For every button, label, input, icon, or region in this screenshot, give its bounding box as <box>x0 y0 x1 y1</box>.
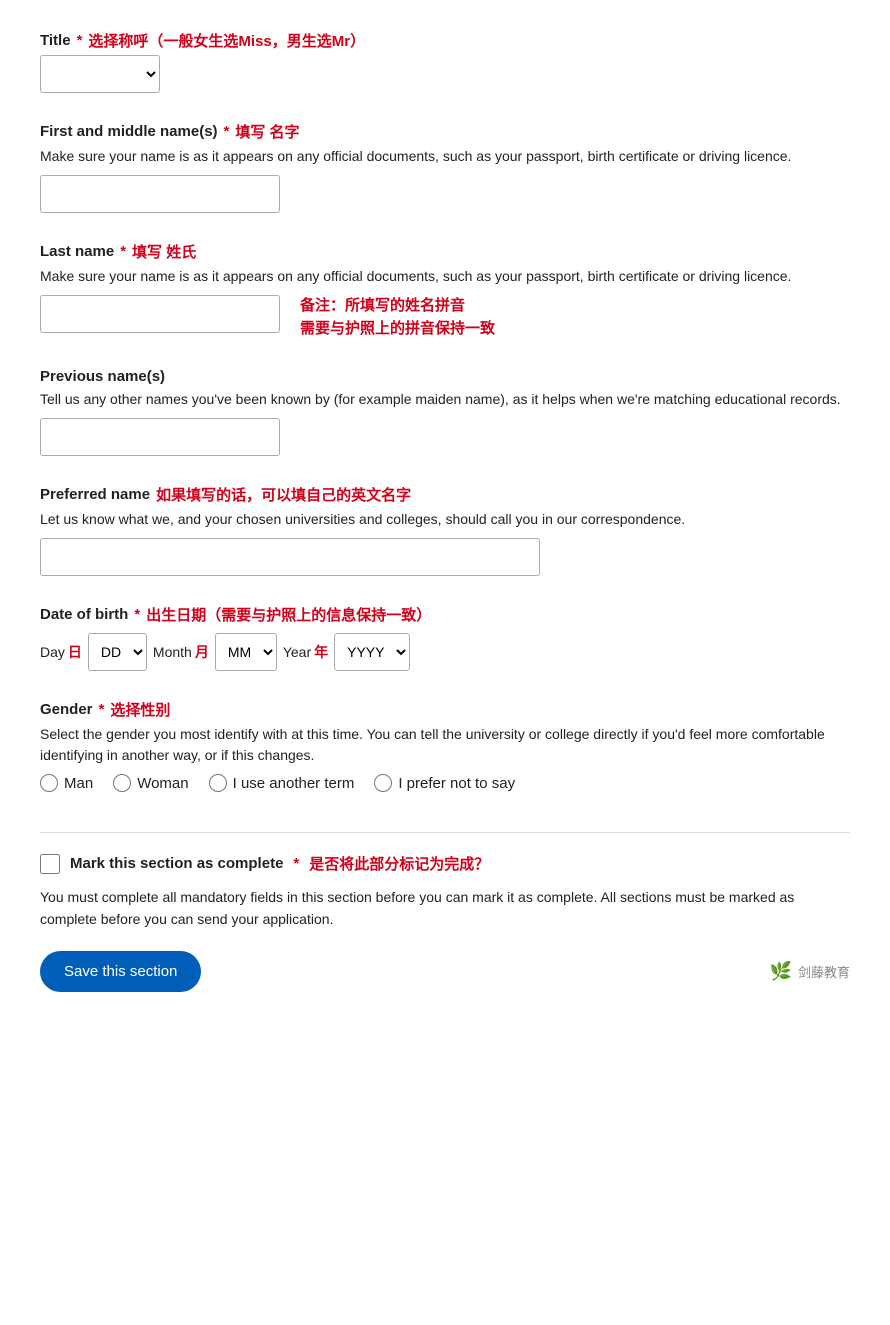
day-label: Day 日 <box>40 642 82 662</box>
complete-section: Mark this section as complete * 是否将此部分标记… <box>40 832 850 992</box>
preferred-name-hint: Let us know what we, and your chosen uni… <box>40 509 850 530</box>
title-label: Title * 选择称呼（一般女生选Miss，男生选Mr） <box>40 30 850 51</box>
last-name-row: 备注：所填写的姓名拼音 需要与护照上的拼音保持一致 <box>40 295 850 340</box>
dob-annotation: 出生日期（需要与护照上的信息保持一致） <box>146 604 431 625</box>
gender-another-option[interactable]: I use another term <box>209 774 355 792</box>
complete-row: Mark this section as complete * 是否将此部分标记… <box>40 853 850 874</box>
first-name-field: First and middle name(s) * 填写 名字 Make su… <box>40 121 850 213</box>
previous-name-label: Previous name(s) <box>40 368 850 385</box>
gender-woman-radio[interactable] <box>113 774 131 792</box>
last-name-required-star: * <box>120 243 126 260</box>
first-name-input[interactable] <box>40 175 280 213</box>
first-name-label: First and middle name(s) * 填写 名字 <box>40 121 850 142</box>
dob-field: Date of birth * 出生日期（需要与护照上的信息保持一致） Day … <box>40 604 850 671</box>
gender-annotation: 选择性别 <box>110 699 170 720</box>
month-select[interactable]: MM 01 02 03 04 05 06 07 08 09 10 11 12 <box>215 633 277 671</box>
preferred-name-label-text: Preferred name <box>40 486 150 503</box>
title-field: Title * 选择称呼（一般女生选Miss，男生选Mr） Mr Miss Mr… <box>40 30 850 93</box>
gender-woman-option[interactable]: Woman <box>113 774 188 792</box>
preferred-name-input[interactable] <box>40 538 540 576</box>
title-dropdown[interactable]: Mr Miss Mrs Ms Dr <box>40 55 160 93</box>
gender-another-radio[interactable] <box>209 774 227 792</box>
gender-label: Gender * 选择性别 <box>40 699 850 720</box>
complete-annotation: 是否将此部分标记为完成？ <box>309 853 489 874</box>
complete-checkbox[interactable] <box>40 854 60 874</box>
preferred-name-annotation: 如果填写的话，可以填自己的英文名字 <box>156 484 411 505</box>
last-name-hint: Make sure your name is as it appears on … <box>40 266 850 287</box>
previous-name-label-text: Previous name(s) <box>40 368 165 385</box>
watermark: 🌿 剑藤教育 <box>770 961 850 982</box>
dob-label-text: Date of birth <box>40 606 128 623</box>
year-select[interactable]: YYYY for(let y=2010;y>=1940;y--) documen… <box>334 633 410 671</box>
gender-prefer-not-label: I prefer not to say <box>398 775 515 792</box>
dob-row: Day 日 DD for(let i=1;i<=31;i++) document… <box>40 633 850 671</box>
gender-man-option[interactable]: Man <box>40 774 93 792</box>
preferred-name-field: Preferred name 如果填写的话，可以填自己的英文名字 Let us … <box>40 484 850 576</box>
gender-woman-label: Woman <box>137 775 188 792</box>
title-label-text: Title <box>40 32 71 49</box>
gender-prefer-not-option[interactable]: I prefer not to say <box>374 774 515 792</box>
last-name-field: Last name * 填写 姓氏 Make sure your name is… <box>40 241 850 340</box>
footer-row: Save this section 🌿 剑藤教育 <box>40 951 850 992</box>
first-name-annotation: 填写 名字 <box>235 121 299 142</box>
last-name-side-annotation: 备注：所填写的姓名拼音 需要与护照上的拼音保持一致 <box>300 295 495 340</box>
last-name-input[interactable] <box>40 295 280 333</box>
month-label: Month 月 <box>153 642 209 662</box>
previous-name-hint: Tell us any other names you've been know… <box>40 389 850 410</box>
gender-options: Man Woman I use another term I prefer no… <box>40 774 850 792</box>
last-name-annotation-line1: 备注：所填写的姓名拼音 <box>300 295 495 318</box>
gender-another-label: I use another term <box>233 775 355 792</box>
title-required-star: * <box>77 32 83 49</box>
gender-prefer-not-radio[interactable] <box>374 774 392 792</box>
previous-name-input[interactable] <box>40 418 280 456</box>
last-name-label: Last name * 填写 姓氏 <box>40 241 850 262</box>
watermark-icon: 🌿 <box>770 961 792 982</box>
gender-required-star: * <box>99 701 105 718</box>
complete-label-text: Mark this section as complete <box>70 855 283 872</box>
first-name-label-text: First and middle name(s) <box>40 123 218 140</box>
dob-label: Date of birth * 出生日期（需要与护照上的信息保持一致） <box>40 604 850 625</box>
dob-required-star: * <box>134 606 140 623</box>
previous-name-field: Previous name(s) Tell us any other names… <box>40 368 850 456</box>
gender-man-radio[interactable] <box>40 774 58 792</box>
last-name-annotation: 填写 姓氏 <box>132 241 196 262</box>
watermark-text: 剑藤教育 <box>798 962 850 981</box>
preferred-name-label: Preferred name 如果填写的话，可以填自己的英文名字 <box>40 484 850 505</box>
last-name-annotation-line2: 需要与护照上的拼音保持一致 <box>300 318 495 341</box>
save-button[interactable]: Save this section <box>40 951 201 992</box>
complete-hint: You must complete all mandatory fields i… <box>40 886 850 931</box>
gender-hint: Select the gender you most identify with… <box>40 724 850 766</box>
first-name-required-star: * <box>224 123 230 140</box>
gender-field: Gender * 选择性别 Select the gender you most… <box>40 699 850 792</box>
day-select[interactable]: DD for(let i=1;i<=31;i++) document.write… <box>88 633 147 671</box>
gender-man-label: Man <box>64 775 93 792</box>
title-annotation: 选择称呼（一般女生选Miss，男生选Mr） <box>88 30 365 51</box>
first-name-hint: Make sure your name is as it appears on … <box>40 146 850 167</box>
gender-label-text: Gender <box>40 701 93 718</box>
complete-required-star: * <box>293 855 299 872</box>
year-label: Year 年 <box>283 642 328 662</box>
last-name-label-text: Last name <box>40 243 114 260</box>
